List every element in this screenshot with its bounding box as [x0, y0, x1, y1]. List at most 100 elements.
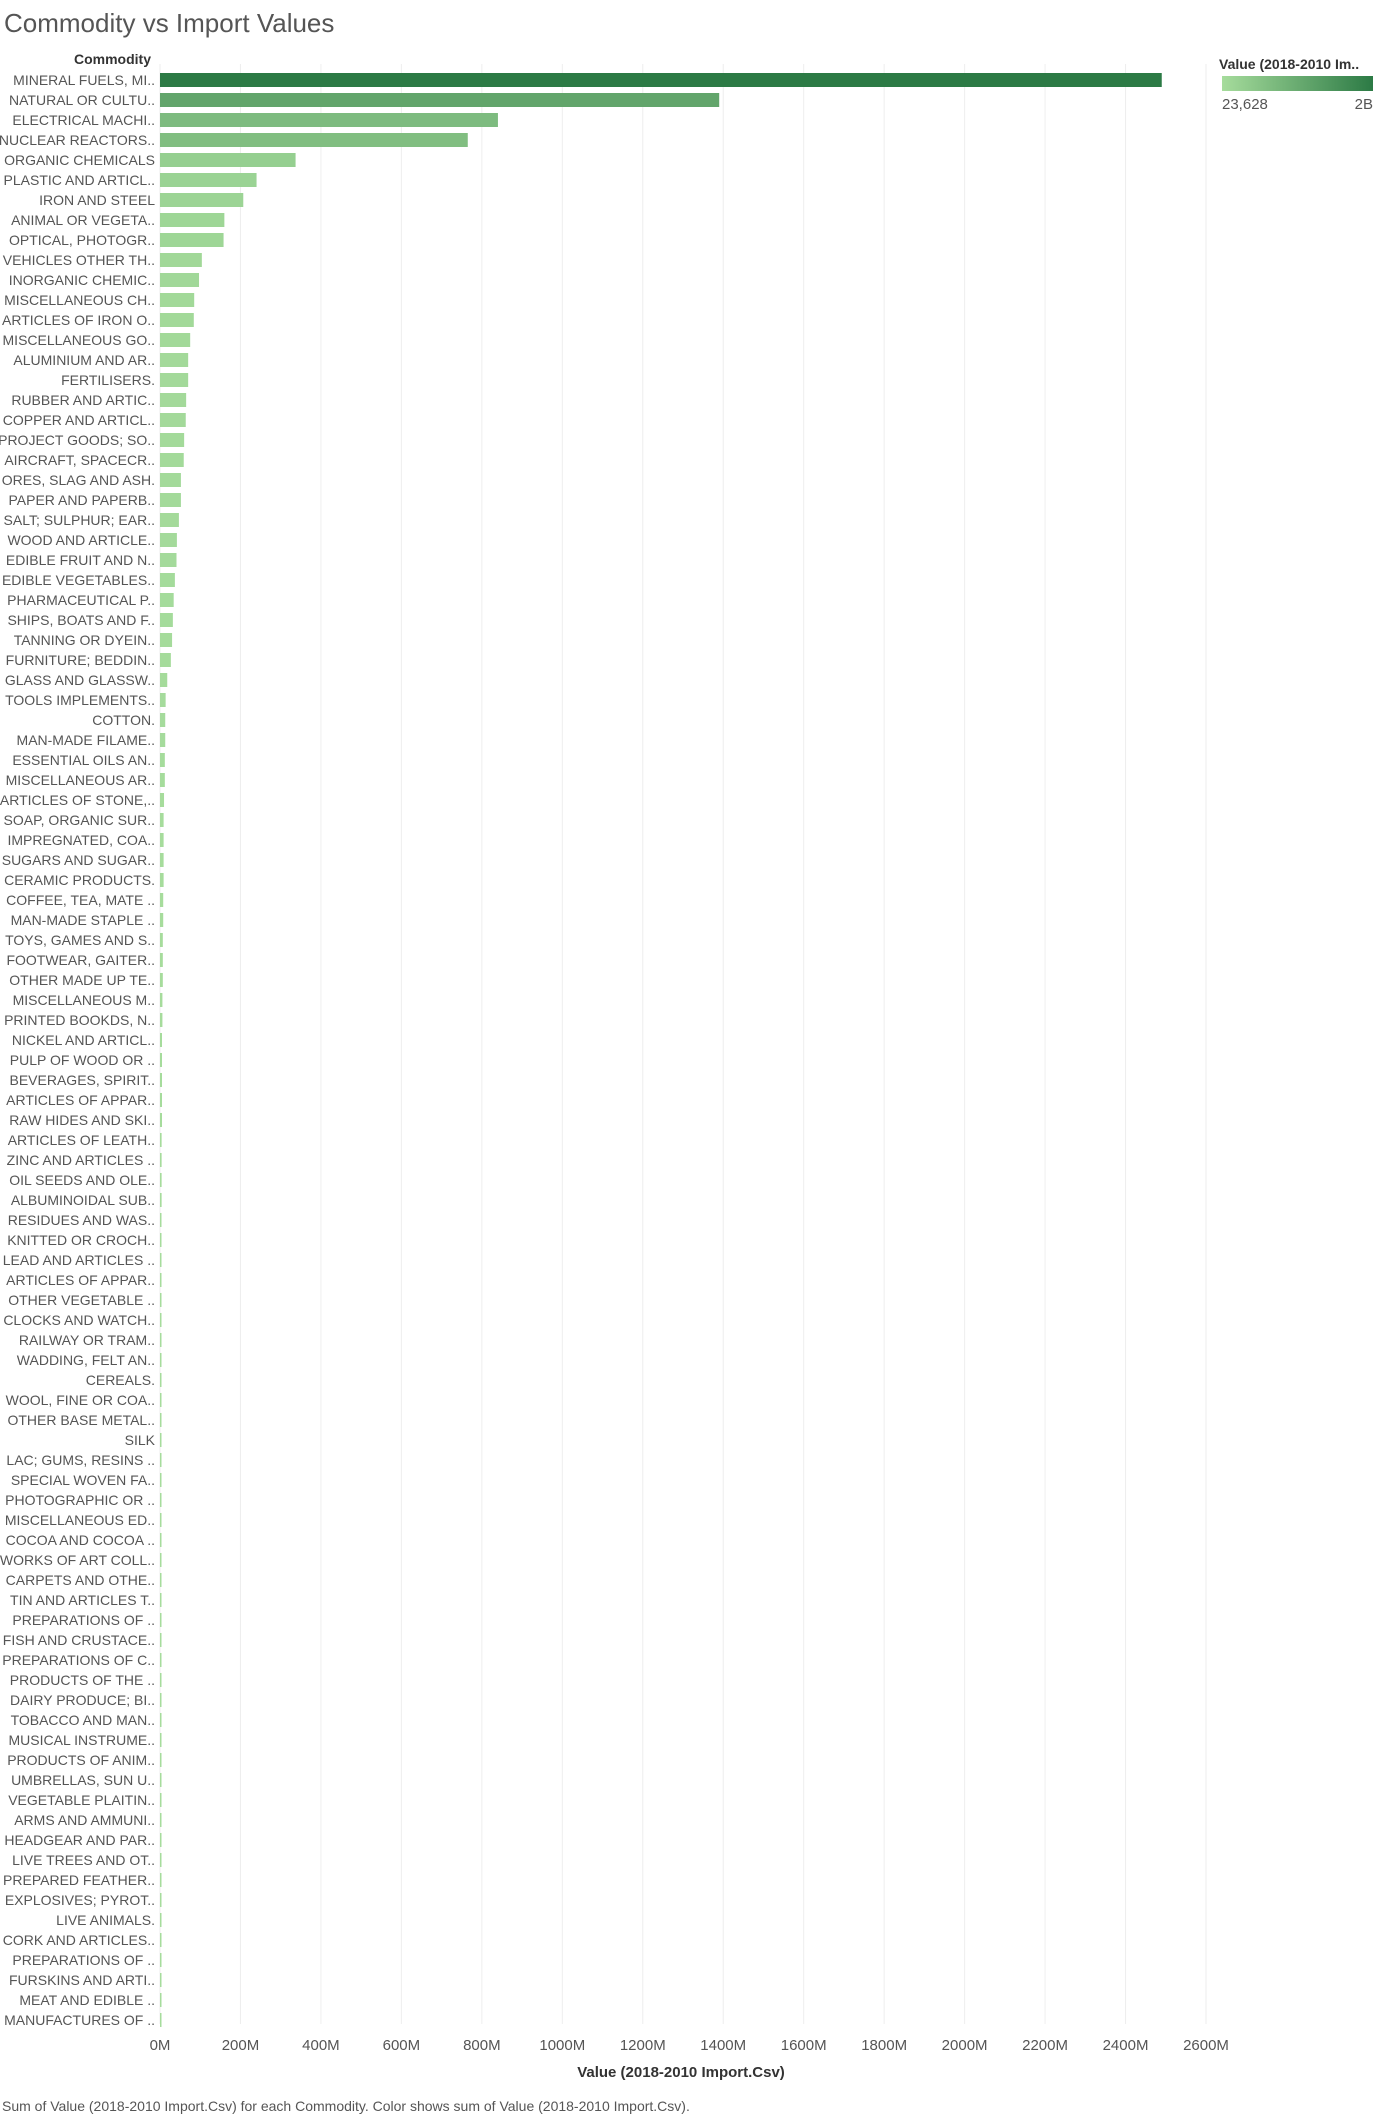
category-label[interactable]: ARTICLES OF IRON O..: [2, 312, 155, 328]
category-label[interactable]: PREPARATIONS OF ..: [12, 1612, 155, 1628]
bar[interactable]: [160, 633, 173, 647]
category-label[interactable]: MISCELLANEOUS ED..: [5, 1512, 155, 1528]
category-label[interactable]: OTHER VEGETABLE ..: [8, 1292, 155, 1308]
category-label[interactable]: PREPARATIONS OF C..: [2, 1652, 155, 1668]
category-label[interactable]: SUGARS AND SUGAR..: [2, 852, 155, 868]
bar[interactable]: [160, 1813, 162, 1827]
category-label[interactable]: LEAD AND ARTICLES ..: [3, 1252, 155, 1268]
category-label[interactable]: SILK: [125, 1432, 156, 1448]
bar[interactable]: [160, 1113, 163, 1127]
bar[interactable]: [160, 573, 175, 587]
bar[interactable]: [160, 1953, 162, 1967]
bar[interactable]: [160, 1393, 162, 1407]
bar[interactable]: [160, 1733, 162, 1747]
category-label[interactable]: PAPER AND PAPERB..: [8, 492, 155, 508]
category-label[interactable]: PLASTIC AND ARTICL..: [4, 172, 155, 188]
bar[interactable]: [160, 1413, 162, 1427]
category-label[interactable]: OIL SEEDS AND OLE..: [9, 1172, 155, 1188]
bar[interactable]: [160, 413, 186, 427]
bar[interactable]: [160, 333, 191, 347]
bar[interactable]: [160, 473, 181, 487]
category-label[interactable]: TANNING OR DYEIN..: [14, 632, 155, 648]
bar[interactable]: [160, 1873, 162, 1887]
category-label[interactable]: LIVE TREES AND OT..: [12, 1852, 155, 1868]
category-label[interactable]: GLASS AND GLASSW..: [5, 672, 155, 688]
category-label[interactable]: PHOTOGRAPHIC OR ..: [5, 1492, 155, 1508]
category-label[interactable]: ZINC AND ARTICLES ..: [7, 1152, 155, 1168]
bar[interactable]: [160, 1593, 162, 1607]
bar[interactable]: [160, 1913, 162, 1927]
bar[interactable]: [160, 1313, 162, 1327]
bar[interactable]: [160, 673, 168, 687]
category-label[interactable]: COPPER AND ARTICL..: [3, 412, 155, 428]
bar[interactable]: [160, 1773, 162, 1787]
bar[interactable]: [160, 293, 195, 307]
bar[interactable]: [160, 1013, 163, 1027]
bar[interactable]: [160, 273, 200, 287]
category-label[interactable]: SALT; SULPHUR; EAR..: [4, 512, 155, 528]
bar[interactable]: [160, 1753, 162, 1767]
category-label[interactable]: FURNITURE; BEDDIN..: [6, 652, 155, 668]
category-label[interactable]: MISCELLANEOUS GO..: [3, 332, 155, 348]
category-label[interactable]: NATURAL OR CULTU..: [9, 92, 155, 108]
category-label[interactable]: CLOCKS AND WATCH..: [3, 1312, 155, 1328]
category-label[interactable]: NUCLEAR REACTORS..: [0, 132, 155, 148]
bar[interactable]: [160, 1493, 162, 1507]
bar[interactable]: [160, 1893, 162, 1907]
bar[interactable]: [160, 73, 1162, 87]
category-label[interactable]: MISCELLANEOUS M..: [13, 992, 155, 1008]
category-label[interactable]: PRODUCTS OF ANIM..: [7, 1752, 155, 1768]
category-label[interactable]: MAN-MADE FILAME..: [17, 732, 155, 748]
category-label[interactable]: PRODUCTS OF THE ..: [10, 1672, 155, 1688]
bar[interactable]: [160, 1833, 162, 1847]
bar[interactable]: [160, 1333, 162, 1347]
bar[interactable]: [160, 1233, 162, 1247]
bar[interactable]: [160, 993, 163, 1007]
bar[interactable]: [160, 1273, 162, 1287]
category-label[interactable]: DAIRY PRODUCE; BI..: [10, 1692, 155, 1708]
category-label[interactable]: EDIBLE VEGETABLES..: [2, 572, 155, 588]
category-label[interactable]: VEGETABLE PLAITIN..: [8, 1792, 155, 1808]
bar[interactable]: [160, 1093, 163, 1107]
bar[interactable]: [160, 253, 202, 267]
bar[interactable]: [160, 613, 173, 627]
category-label[interactable]: TOBACCO AND MAN..: [11, 1712, 155, 1728]
bar[interactable]: [160, 693, 166, 707]
bar[interactable]: [160, 1513, 162, 1527]
bar[interactable]: [160, 593, 174, 607]
bar[interactable]: [160, 1033, 163, 1047]
bar[interactable]: [160, 973, 163, 987]
bar[interactable]: [160, 113, 498, 127]
bar[interactable]: [160, 353, 189, 367]
bar[interactable]: [160, 1453, 162, 1467]
category-label[interactable]: OPTICAL, PHOTOGR..: [9, 232, 155, 248]
category-label[interactable]: ARMS AND AMMUNI..: [14, 1812, 155, 1828]
category-label[interactable]: ORES, SLAG AND ASH.: [2, 472, 155, 488]
category-label[interactable]: TIN AND ARTICLES T..: [10, 1592, 155, 1608]
category-label[interactable]: MISCELLANEOUS CH..: [4, 292, 155, 308]
category-label[interactable]: ARTICLES OF APPAR..: [6, 1092, 155, 1108]
category-label[interactable]: TOYS, GAMES AND S..: [5, 932, 155, 948]
category-label[interactable]: HEADGEAR AND PAR..: [4, 1832, 155, 1848]
bar[interactable]: [160, 93, 720, 107]
category-label[interactable]: CEREALS.: [86, 1372, 155, 1388]
category-label[interactable]: SHIPS, BOATS AND F..: [7, 612, 155, 628]
category-label[interactable]: CARPETS AND OTHE..: [6, 1572, 155, 1588]
bar[interactable]: [160, 1213, 162, 1227]
bar[interactable]: [160, 953, 163, 967]
bar[interactable]: [160, 753, 165, 767]
category-label[interactable]: PRINTED BOOKDS, N..: [4, 1012, 155, 1028]
bar[interactable]: [160, 233, 224, 247]
bar[interactable]: [160, 373, 189, 387]
bar[interactable]: [160, 1293, 162, 1307]
category-label[interactable]: ALUMINIUM AND AR..: [13, 352, 155, 368]
category-label[interactable]: MANUFACTURES OF ..: [4, 2012, 155, 2028]
category-label[interactable]: WADDING, FELT AN..: [17, 1352, 155, 1368]
bar[interactable]: [160, 1533, 162, 1547]
category-label[interactable]: RESIDUES AND WAS..: [8, 1212, 155, 1228]
category-label[interactable]: MISCELLANEOUS AR..: [6, 772, 155, 788]
category-label[interactable]: PHARMACEUTICAL P..: [7, 592, 155, 608]
bar[interactable]: [160, 133, 468, 147]
category-label[interactable]: RAW HIDES AND SKI..: [9, 1112, 155, 1128]
bar[interactable]: [160, 493, 181, 507]
